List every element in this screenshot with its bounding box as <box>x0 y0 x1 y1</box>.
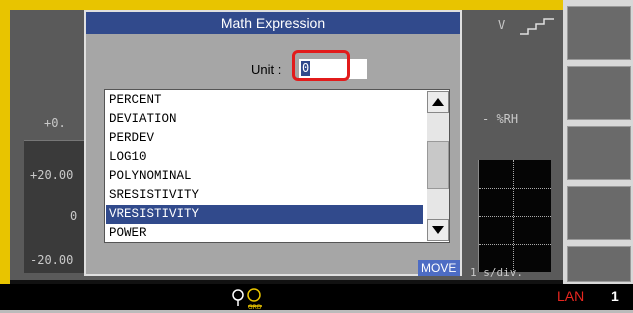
grid-line <box>479 244 551 245</box>
move-indicator: MOVE <box>418 260 460 276</box>
right-unit-label: - %RH <box>482 112 519 126</box>
scroll-thumb[interactable] <box>427 141 449 189</box>
arrow-up-icon <box>432 98 444 106</box>
scroll-up-button[interactable] <box>427 91 449 113</box>
list-item[interactable]: LOG10 <box>106 148 423 167</box>
softkey-1[interactable] <box>567 6 631 60</box>
arrow-down-icon <box>432 226 444 234</box>
left-bezel <box>0 0 10 290</box>
unit-field-highlight <box>292 50 350 81</box>
list-item[interactable]: DEVIATION <box>106 110 423 129</box>
softkey-4[interactable] <box>567 186 631 240</box>
softkey-2[interactable] <box>567 66 631 120</box>
y-tick-top: +20.00 <box>30 168 74 182</box>
step-waveform-icon <box>520 18 554 35</box>
list-item[interactable]: PERDEV <box>106 129 423 148</box>
status-bar <box>0 284 633 313</box>
y-tick-mid: 0 <box>70 209 78 223</box>
list-item[interactable]: POLYNOMINAL <box>106 167 423 186</box>
grid-line <box>513 160 514 272</box>
svg-text:GRD: GRD <box>248 304 262 310</box>
list-item[interactable]: SRESISTIVITY <box>106 186 423 205</box>
left-value-label: +0. <box>44 116 66 130</box>
graph-right-panel <box>478 160 551 272</box>
grid-line <box>479 216 551 217</box>
list-item-selected[interactable]: VRESISTIVITY <box>106 205 423 224</box>
unit-label: Unit : <box>251 62 282 77</box>
softkey-3[interactable] <box>567 126 631 180</box>
expression-list[interactable]: PERCENT DEVIATION PERDEV LOG10 POLYNOMIN… <box>104 89 450 243</box>
lan-status: LAN <box>557 288 585 304</box>
scroll-down-button[interactable] <box>427 219 449 241</box>
math-expression-dialog: Math Expression Unit : 0 PERCENT DEVIATI… <box>84 10 462 276</box>
top-unit-label: V <box>498 18 506 32</box>
grid-line <box>479 188 551 189</box>
y-tick-bottom: -20.00 <box>30 253 74 267</box>
top-bezel <box>0 0 633 10</box>
lan-number: 1 <box>611 288 619 304</box>
dialog-title: Math Expression <box>86 12 460 34</box>
trigger-grd-icon: GRD <box>232 288 262 310</box>
list-item[interactable]: POWER <box>106 224 423 242</box>
softkey-5[interactable] <box>567 246 631 282</box>
softkey-panel <box>563 0 633 284</box>
list-scrollbar[interactable] <box>427 91 449 241</box>
x-scale-label: 1 s/div. <box>470 266 523 279</box>
list-item[interactable]: PERCENT <box>106 91 423 110</box>
